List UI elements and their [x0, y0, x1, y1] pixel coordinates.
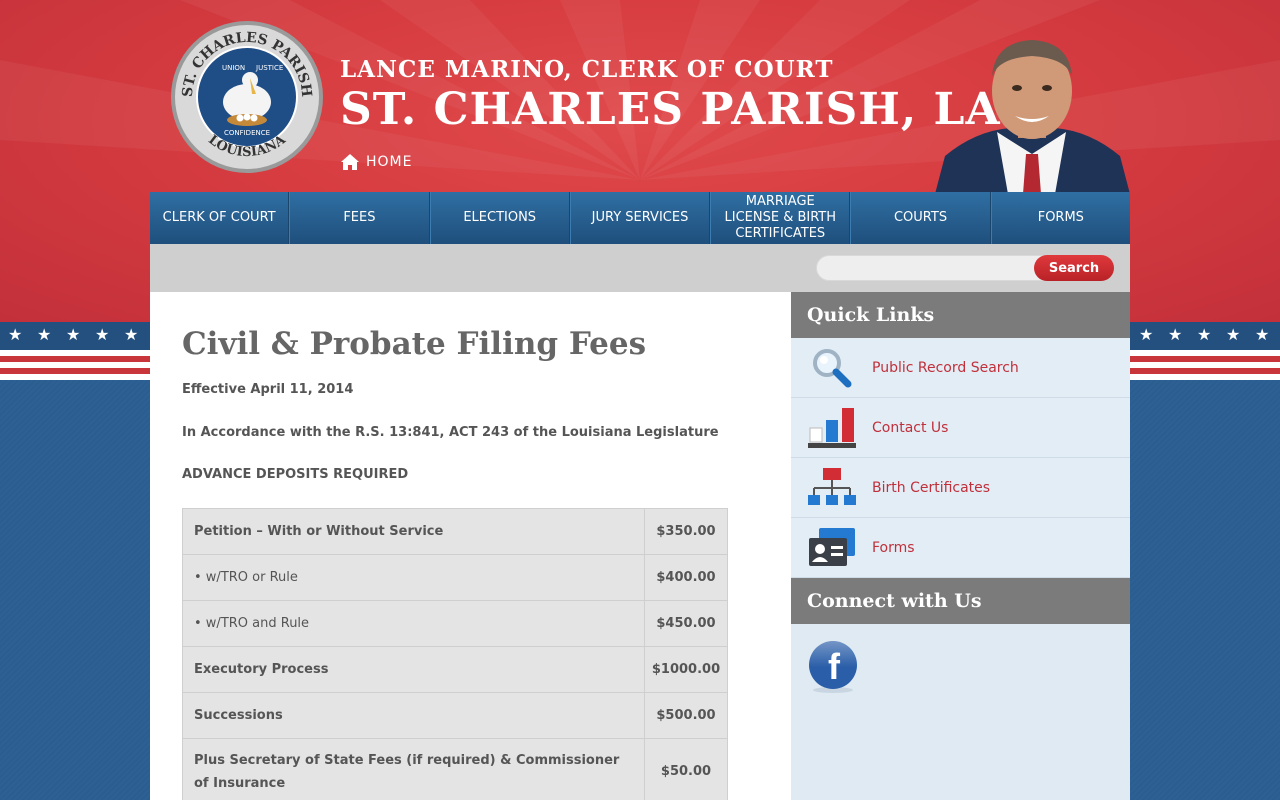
- star-icon: ★: [8, 325, 23, 344]
- facebook-icon[interactable]: f: [807, 640, 859, 694]
- fee-description: Executory Process: [182, 646, 645, 693]
- nav-item-jury-services[interactable]: JURY SERVICES: [569, 192, 711, 244]
- star-icon: ★: [37, 325, 52, 344]
- search-button[interactable]: Search: [1034, 255, 1114, 281]
- quick-link-forms[interactable]: Forms: [791, 518, 1130, 578]
- home-link[interactable]: HOME: [340, 153, 412, 171]
- nav-item-elections[interactable]: ELECTIONS: [429, 192, 570, 244]
- nav-item-courts[interactable]: COURTS: [850, 192, 991, 244]
- table-row: Petition – With or Without Service $350.…: [182, 508, 728, 555]
- magnifier-icon: [812, 348, 851, 387]
- quick-links-heading: Quick Links: [791, 292, 1130, 338]
- star-icon: ★: [124, 325, 139, 344]
- fee-description: Plus Secretary of State Fees (if require…: [182, 738, 645, 800]
- star-icon: ★: [1168, 325, 1183, 344]
- main-nav: CLERK OF COURT FEES ELECTIONS JURY SERVI…: [150, 192, 1130, 244]
- clerk-name: LANCE MARINO, CLERK OF COURT: [340, 56, 834, 83]
- clerk-portrait-image: [935, 40, 1130, 194]
- home-icon: [341, 154, 359, 170]
- legislation-note: In Accordance with the R.S. 13:841, ACT …: [182, 425, 719, 440]
- bar-chart-icon: [807, 407, 856, 448]
- table-row: Executory Process $1000.00: [182, 646, 728, 693]
- social-links: f: [791, 624, 1130, 714]
- org-chart-icon: [807, 467, 856, 505]
- star-icon: ★: [1226, 325, 1241, 344]
- fee-amount: $450.00: [644, 600, 728, 647]
- star-icon: ★: [1139, 325, 1154, 344]
- main-content: Civil & Probate Filing Fees Effective Ap…: [150, 292, 791, 800]
- fee-amount: $400.00: [644, 554, 728, 601]
- site-title[interactable]: ST. CHARLES PARISH, LA: [340, 84, 1001, 135]
- quick-link-label: Contact Us: [872, 419, 949, 436]
- fee-amount: $50.00: [644, 738, 728, 800]
- table-row: Plus Secretary of State Fees (if require…: [182, 738, 728, 800]
- star-icon: ★: [66, 325, 81, 344]
- fee-description: Successions: [182, 692, 645, 739]
- sidebar: Quick Links Public Record Search Contact…: [791, 292, 1130, 800]
- svg-text:f: f: [828, 646, 841, 687]
- home-link-label: HOME: [366, 154, 413, 170]
- quick-link-public-record-search[interactable]: Public Record Search: [791, 338, 1130, 398]
- table-row: Successions $500.00: [182, 692, 728, 739]
- star-icon: ★: [1197, 325, 1212, 344]
- fee-description: • w/TRO or Rule: [182, 554, 645, 601]
- nav-item-clerk-of-court[interactable]: CLERK OF COURT: [150, 192, 290, 244]
- quick-link-label: Birth Certificates: [872, 479, 991, 496]
- quick-link-birth-certificates[interactable]: Birth Certificates: [791, 458, 1130, 518]
- parish-seal-logo[interactable]: ST. CHARLES PARISH LOUISIANA UNION JUSTI…: [170, 20, 324, 174]
- fee-description: • w/TRO and Rule: [182, 600, 645, 647]
- table-row: • w/TRO or Rule $400.00: [182, 554, 728, 601]
- svg-text:CONFIDENCE: CONFIDENCE: [224, 129, 270, 137]
- svg-text:UNION: UNION: [222, 64, 245, 72]
- deposits-heading: ADVANCE DEPOSITS REQUIRED: [182, 467, 409, 482]
- table-row: • w/TRO and Rule $450.00: [182, 600, 728, 647]
- fee-amount: $500.00: [644, 692, 728, 739]
- quick-link-contact-us[interactable]: Contact Us: [791, 398, 1130, 458]
- fee-description: Petition – With or Without Service: [182, 508, 645, 555]
- fee-amount: $1000.00: [644, 646, 728, 693]
- svg-text:JUSTICE: JUSTICE: [255, 64, 283, 72]
- id-card-icon: [808, 527, 855, 566]
- connect-heading: Connect with Us: [791, 578, 1130, 624]
- quick-link-label: Public Record Search: [872, 359, 1019, 376]
- star-icon: ★: [95, 325, 110, 344]
- fee-amount: $350.00: [644, 508, 728, 555]
- fee-table: Petition – With or Without Service $350.…: [182, 508, 728, 800]
- nav-item-forms[interactable]: FORMS: [990, 192, 1130, 244]
- nav-item-fees[interactable]: FEES: [289, 192, 430, 244]
- page-title: Civil & Probate Filing Fees: [182, 326, 647, 362]
- quick-link-label: Forms: [872, 539, 915, 556]
- search-bar: Search: [150, 244, 1130, 292]
- effective-date: Effective April 11, 2014: [182, 382, 354, 397]
- star-icon: ★: [1255, 325, 1270, 344]
- search-input[interactable]: [816, 255, 1056, 281]
- nav-item-marriage-birth[interactable]: MARRIAGE LICENSE & BIRTH CERTIFICATES: [710, 192, 851, 244]
